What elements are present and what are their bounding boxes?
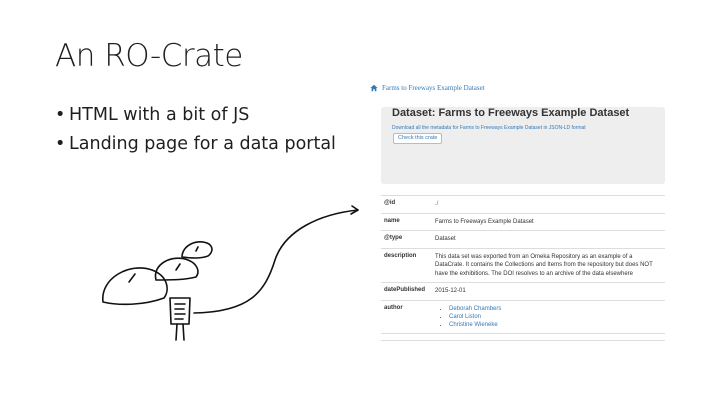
row-value: 2015-12-01 — [435, 288, 466, 294]
row-value: Farms to Freeways Example Dataset — [435, 218, 534, 225]
bullet-item: • HTML with a bit of JS — [55, 105, 250, 125]
row-key: @type — [384, 235, 403, 241]
table-row: datePublished 2015-12-01 — [381, 283, 665, 301]
breadcrumb-link[interactable]: Farms to Freeways Example Dataset — [382, 84, 485, 92]
table-row-cutoff — [381, 334, 665, 341]
author-list: Deborah Chambers Carol Liston Christine … — [435, 305, 661, 329]
table-row: author Deborah Chambers Carol Liston Chr… — [381, 301, 665, 334]
people-sketch-illustration — [102, 205, 359, 341]
metadata-table: @id ./ name Farms to Freeways Example Da… — [381, 195, 665, 341]
check-crate-button[interactable]: Check this crate — [393, 133, 443, 144]
home-icon[interactable] — [370, 84, 378, 92]
sketch-arrow — [193, 209, 359, 314]
download-metadata-link[interactable]: Download all the metadata for Farms to F… — [392, 125, 586, 131]
row-key: author — [384, 304, 403, 311]
row-key: name — [384, 217, 400, 224]
bullet-item: • Landing page for a data portal — [55, 134, 336, 154]
list-item: Christine Wieneke — [449, 321, 661, 329]
ro-crate-page-screenshot: Farms to Freeways Example Dataset Datase… — [368, 82, 668, 344]
list-item: Carol Liston — [449, 313, 661, 321]
breadcrumb: Farms to Freeways Example Dataset — [370, 84, 485, 92]
id-link[interactable]: ./ — [435, 201, 438, 207]
slide-title: An RO-Crate — [55, 38, 243, 74]
bullet-text: Landing page for a data portal — [69, 134, 336, 154]
row-key: description — [384, 252, 417, 259]
dataset-title: Dataset: Farms to Freeways Example Datas… — [392, 107, 630, 119]
bullet-list: • HTML with a bit of JS • Landing page for… — [55, 105, 336, 163]
table-row: @id ./ — [381, 196, 665, 214]
row-key: datePublished — [384, 287, 426, 293]
author-link[interactable]: Deborah Chambers — [449, 306, 501, 312]
author-link[interactable]: Christine Wieneke — [449, 322, 498, 328]
list-item: Deborah Chambers — [449, 305, 661, 313]
row-value: This data set was exported from an Omeka… — [435, 253, 653, 277]
table-row: name Farms to Freeways Example Dataset — [381, 214, 665, 231]
row-key: @id — [384, 200, 396, 206]
author-link[interactable]: Carol Liston — [449, 314, 481, 320]
bullet-text: HTML with a bit of JS — [69, 105, 250, 125]
sketch-sign — [169, 297, 191, 325]
row-value: Dataset — [435, 236, 456, 242]
table-row: @type Dataset — [381, 231, 665, 249]
table-row: description This data set was exported f… — [381, 249, 665, 283]
